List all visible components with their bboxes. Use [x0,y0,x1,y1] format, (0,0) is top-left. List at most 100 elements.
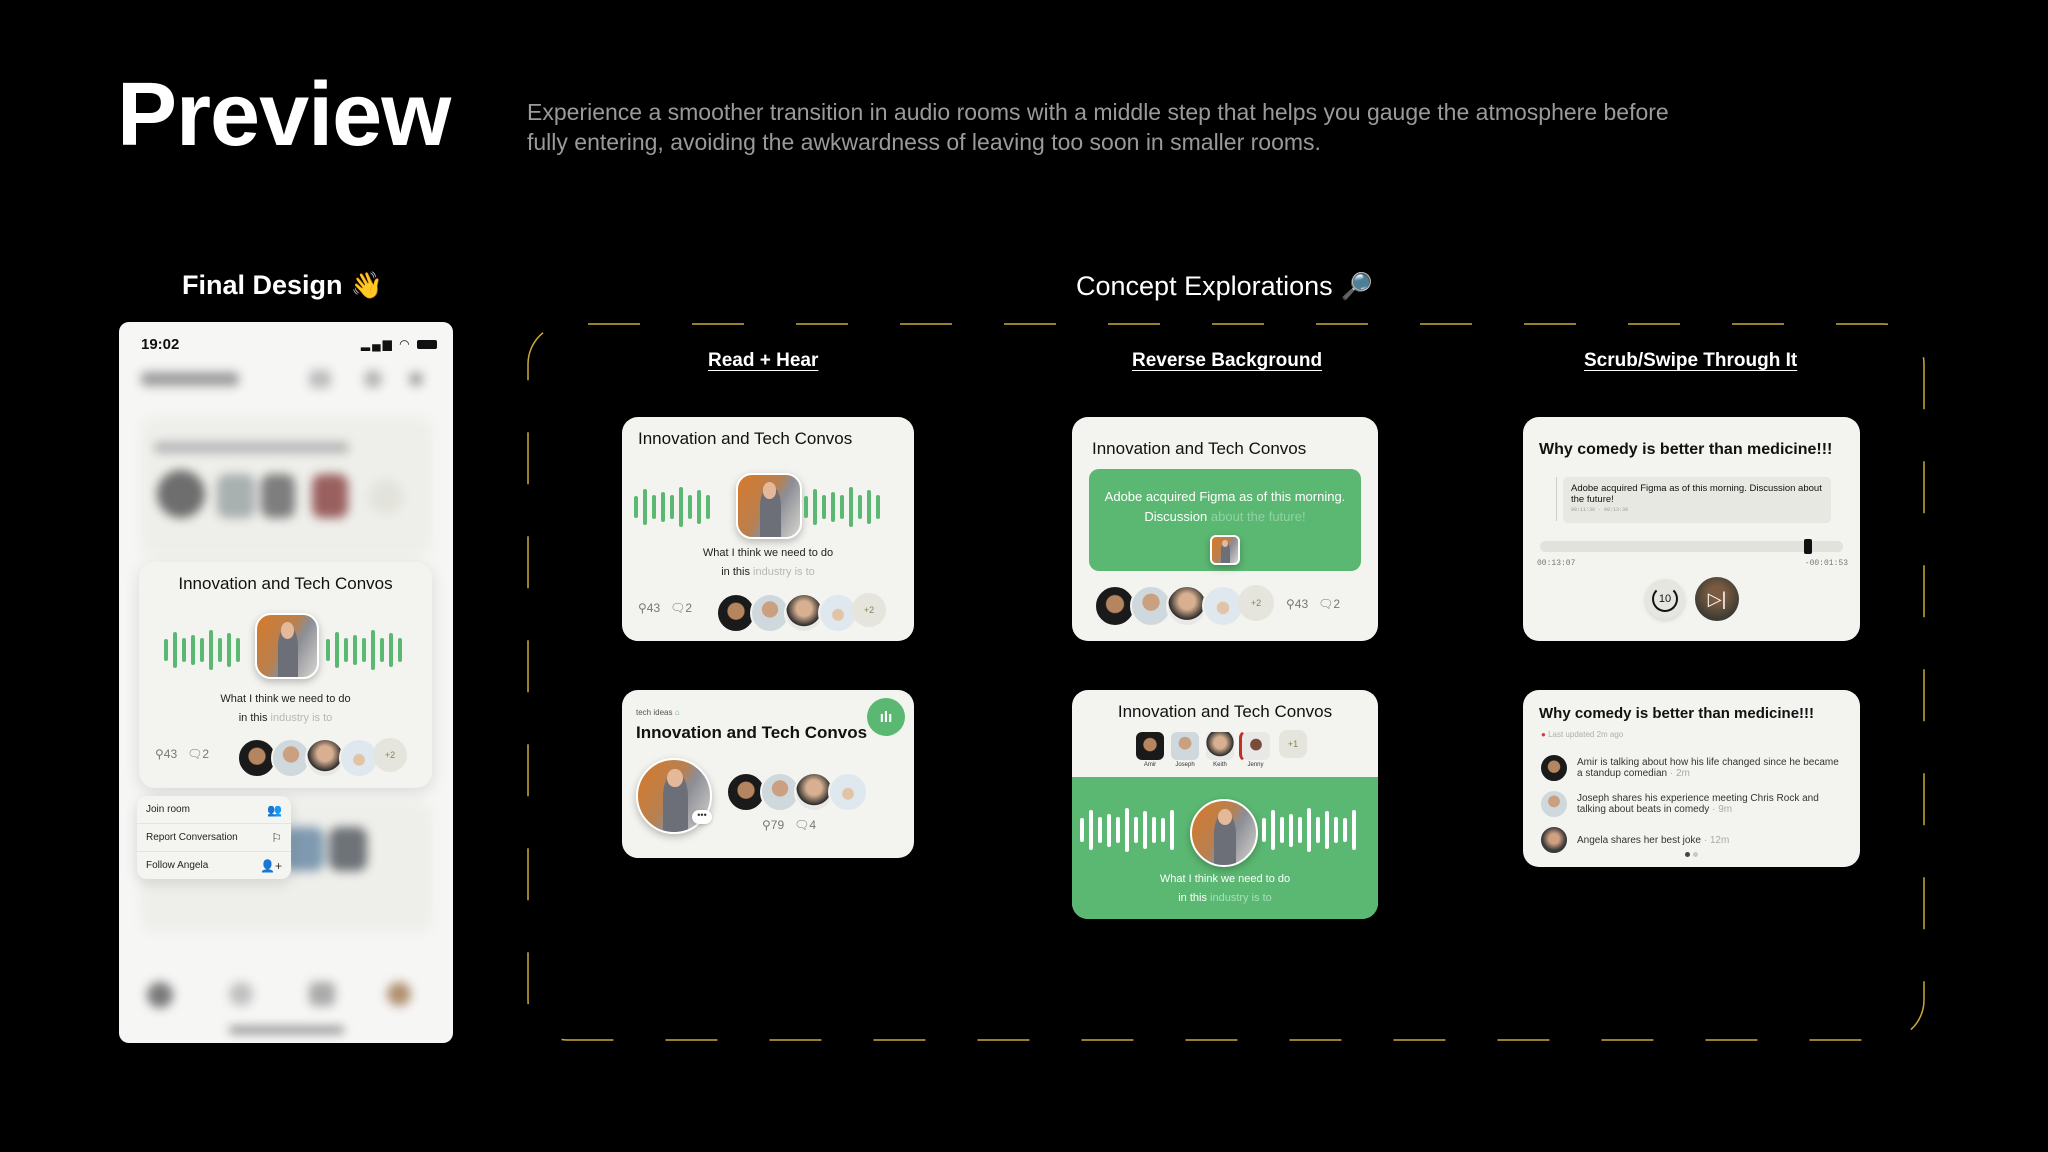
waveform-bar [1116,816,1120,844]
chapter-card[interactable]: Adobe acquired Figma as of this morning.… [1563,477,1831,523]
transcript-upcoming: industry is to [270,712,333,724]
reverse-card-b[interactable]: Innovation and Tech Convos Amir Joseph K… [1072,690,1378,919]
section-reverse-background: Reverse Background [1132,350,1323,371]
waveform-bar [670,495,674,519]
play-next-button[interactable]: ▷| [1695,577,1739,621]
more-speakers-badge[interactable]: +1 [1279,730,1307,758]
waveform-bar [813,489,817,525]
room-stats: ⚲43 🗨2 [155,747,209,761]
waveform-bar [389,633,393,667]
live-transcript: What I think we need to do in this indus… [1159,873,1291,904]
listener-avatars: +2 [1094,585,1274,627]
remaining-time: -00:01:53 [1804,559,1848,568]
page-subtitle: Experience a smoother transition in audi… [527,99,1669,155]
scrub-card-a[interactable]: Why comedy is better than medicine!!! Ad… [1523,417,1860,641]
speaker[interactable]: Jenny [1239,730,1272,768]
waveform-bar [200,638,204,662]
waveform-bar [679,487,683,527]
audio-wave-button[interactable]: ılı [867,698,905,736]
waveform-left [164,625,240,675]
reverse-card-a[interactable]: Innovation and Tech Convos Adobe acquire… [1072,417,1378,641]
last-updated: ● Last updated 2m ago [1541,730,1624,739]
speaker-avatar[interactable] [1210,535,1240,565]
waveform-bar [1134,816,1138,844]
waveform-bar [876,495,880,519]
person-icon: ⚲ [155,747,164,761]
more-listeners-badge[interactable]: +2 [373,738,407,772]
waveform-bar [1143,811,1147,849]
avatar[interactable] [828,772,868,812]
waveform-right [326,625,402,675]
read-hear-card-a[interactable]: Innovation and Tech Convos What I think … [622,417,914,641]
more-listeners-badge[interactable]: +2 [852,593,886,627]
room-stats: ⚲79 🗨4 [762,818,817,832]
waveform-bar [1334,816,1338,844]
add-user-icon: 👤+ [260,858,282,873]
home-icon: ⌂ [674,708,680,717]
elapsed-time: 00:13:07 [1537,559,1576,568]
final-design-label: Final Design [182,270,343,300]
waveform-left [634,482,710,532]
speaker[interactable]: Amir [1134,730,1166,768]
more-listeners-badge[interactable]: +2 [1238,585,1274,621]
waveform-bar [1316,816,1320,844]
list-item[interactable]: Joseph shares his experience meeting Chr… [1539,786,1844,822]
speaker[interactable]: Joseph [1169,730,1201,768]
waveform-bar [840,495,844,519]
list-item[interactable]: Amir is talking about how his life chang… [1539,750,1844,786]
flag-icon: ⚐ [271,830,282,845]
waveform-bar [227,633,231,667]
waveform-bar [634,496,638,518]
phone-mockup: 19:02 ▂▄▆ ◠ Innovation and Tech Convos W [119,322,453,1043]
waveform-bar [335,632,339,668]
menu-item-follow[interactable]: Follow Angela 👤+ [137,852,291,879]
speaker-list: Amir Joseph Keith Jenny +1 [1134,730,1307,768]
section-scrub-swipe: Scrub/Swipe Through It [1584,350,1798,371]
waveform-bar [182,638,186,662]
scrubber-thumb[interactable] [1803,539,1812,554]
transcript-panel: Adobe acquired Figma as of this morning.… [1089,469,1361,571]
chapter-rule [1556,477,1557,521]
avatar [1539,825,1569,855]
speaker-avatar[interactable] [736,473,802,539]
waveform-bar [822,495,826,519]
waveform-bar [706,495,710,519]
page-dots[interactable] [1685,852,1698,857]
waveform-bar [643,489,647,525]
room-preview-card[interactable]: Innovation and Tech Convos What I think … [139,562,432,788]
room-title: Innovation and Tech Convos [638,429,853,448]
waveform-bar [1352,810,1356,850]
menu-item-report[interactable]: Report Conversation ⚐ [137,824,291,852]
read-hear-card-b[interactable]: tech ideas ⌂ Innovation and Tech Convos … [622,690,914,858]
transcript-line2: in this [238,712,268,724]
waveform-bar [362,638,366,662]
room-stats: ⚲43 🗨2 [638,601,693,615]
room-title: Innovation and Tech Convos [178,574,393,593]
waveform-bar [697,490,701,524]
comments: 🗨2 [187,747,210,761]
context-menu: Join room 👥 Report Conversation ⚐ Follow A… [137,796,291,879]
waveform-bar [831,492,835,522]
scrub-card-b[interactable]: Why comedy is better than medicine!!! ● … [1523,690,1860,867]
room-stats: ⚲43 🗨2 [1286,597,1341,611]
waveform-bar [652,495,656,519]
waveform-bar [173,632,177,668]
waveform-left [1080,807,1174,853]
waveform-bar [1107,813,1111,847]
rewind-icon: 10 [1652,586,1678,612]
waveform-right [1262,807,1356,853]
page-dot [1693,852,1698,857]
listener-avatars [726,772,868,812]
comment-icon: 🗨 [187,747,203,761]
speaker-avatar[interactable] [1190,799,1258,867]
speaker[interactable]: Keith [1204,730,1236,768]
section-read-hear: Read + Hear [708,350,819,371]
menu-item-join-room[interactable]: Join room 👥 [137,796,291,824]
speaker-avatar[interactable] [255,613,319,679]
play-skip-icon: ▷| [1707,588,1727,609]
rewind-10-button[interactable]: 10 [1645,579,1685,619]
scrubber-track[interactable] [1540,539,1843,554]
waveform-bar [1271,810,1275,850]
waveform-bar [858,495,862,519]
person-icon: ⚲ [638,601,647,615]
